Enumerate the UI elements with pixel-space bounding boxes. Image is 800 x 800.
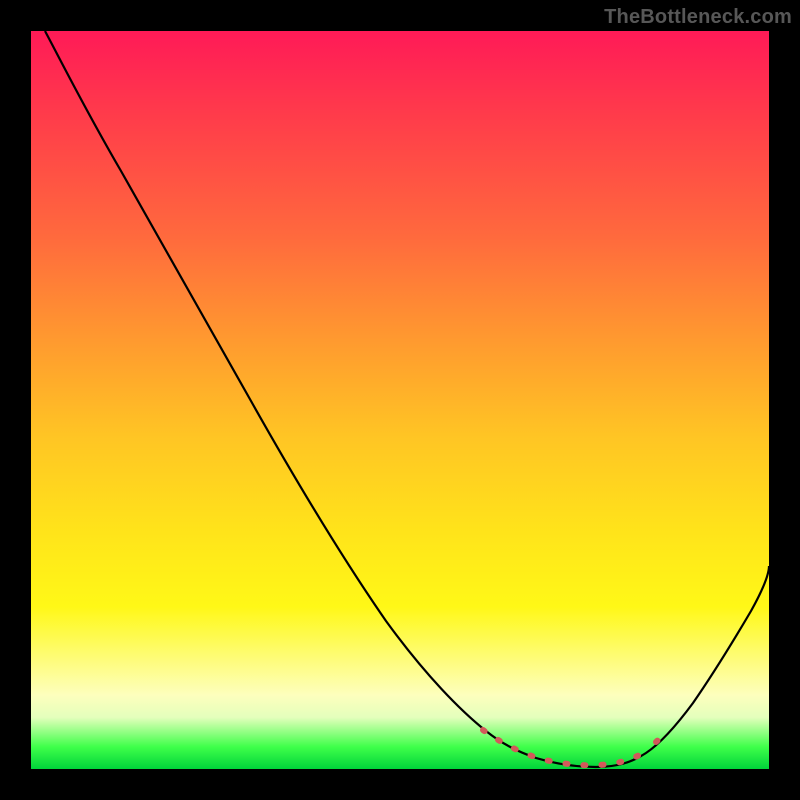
watermark-text: TheBottleneck.com (604, 6, 792, 29)
plot-area (31, 31, 769, 769)
bottleneck-curve (45, 31, 769, 767)
chart-container: TheBottleneck.com (0, 0, 800, 800)
curve-layer (31, 31, 769, 769)
